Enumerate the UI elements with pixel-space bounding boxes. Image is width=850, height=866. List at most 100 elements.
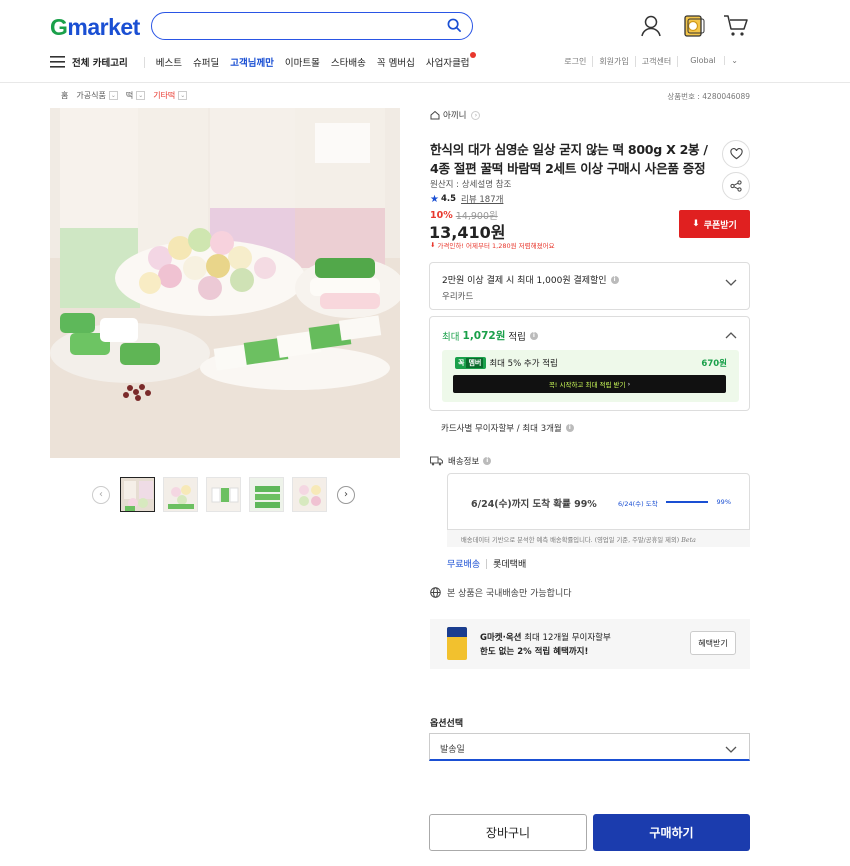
signup-link[interactable]: 회원가입 [592,56,634,67]
breadcrumb-home[interactable]: 홈 [61,90,68,101]
main-nav: 전체 카테고리 베스트 슈퍼딜 고객님께만 이마트몰 스타배송 꼭 멤버십 사업… [50,52,481,70]
chevron-right-icon: › [627,380,631,388]
thumbnail-5[interactable] [292,477,327,512]
club-text: 최대 5% 추가 적립 [489,359,558,369]
info-icon[interactable]: i [483,457,492,465]
chevron-left-icon[interactable]: ‹ [92,485,110,504]
origin-info: 원산지 : 상세설명 참조 [430,180,512,190]
domestic-text: 본 상품은 국내배송만 가능합니다 [447,589,572,599]
promo-brand: G마켓·옥션 [480,633,522,643]
product-main-image[interactable] [50,108,400,458]
product-number: 상품번호 : 4280046089 [667,92,750,101]
buy-now-button[interactable]: 구매하기 [593,814,750,851]
wishlist-button[interactable] [722,140,750,168]
cart-icon[interactable] [723,14,749,41]
review-count-link[interactable]: 리뷰 187개 [461,193,503,205]
nav-star-delivery[interactable]: 스타배송 [331,55,366,69]
promo-line-2: 한도 없는 2% 적립 혜택까지! [480,647,589,657]
breadcrumb-processed-food[interactable]: 가공식품 ⌄ [76,90,118,101]
option-select-value: 발송일 [440,745,465,755]
thumbnail-2[interactable] [163,477,198,512]
club-start-label: 꼭! 시작하고 최대 적립 받기 [548,381,626,389]
option-select[interactable]: 발송일 [429,733,750,761]
login-link[interactable]: 로그인 [558,56,592,67]
info-icon[interactable]: i [529,331,538,340]
nav-emart[interactable]: 이마트몰 [285,55,320,69]
price-drop-text: 가격인하! 어제부터 1,280원 저렴해졌어요 [437,242,555,250]
delivery-estimate-box: 6/24(수)까지 도착 확률 99% 6/24(수) 도착 99% [447,473,750,530]
installment-text: 카드사별 무이자할부 / 최대 3개월 [441,424,562,434]
star-icon: ★ [430,193,439,205]
points-suffix: 적립 [508,331,526,343]
chevron-down-icon[interactable]: ⌄ [178,91,188,100]
white-rice-cakes-image [310,258,380,309]
points-prefix: 최대 [442,331,460,343]
truck-icon [430,456,443,466]
chevron-up-icon[interactable] [725,329,737,342]
card-discount-text: 2만원 이상 결제 시 최대 1,000원 결제할인 [442,276,607,286]
nav-membership[interactable]: 꼭 멤버십 [377,55,415,69]
logo-market: market [67,14,140,40]
chevron-down-icon[interactable]: ⌄ [136,91,146,100]
card-name: 우리카드 [442,292,474,302]
all-category-button[interactable]: 전체 카테고리 [50,55,128,69]
thumbnail-4[interactable] [249,477,284,512]
global-link[interactable]: Global ⌄ [677,56,750,67]
shipping-note-brand: Beta [681,537,696,544]
carrier-label: 롯데택배 [493,560,527,570]
thumbnail-3[interactable] [206,477,241,512]
all-category-label: 전체 카테고리 [72,58,128,69]
chevron-down-icon[interactable]: ⌄ [108,91,118,100]
store-link[interactable]: 아끼니 › [430,109,481,121]
thumbnail-strip: ‹ › [92,477,365,512]
add-to-cart-button[interactable]: 장바구니 [429,814,587,851]
search-icon[interactable] [447,18,462,36]
nav-for-you[interactable]: 고객님께만 [230,55,274,69]
breadcrumb-other-rice-cake[interactable]: 기타떡 ⌄ [153,90,188,101]
nav-best[interactable]: 베스트 [156,55,182,69]
thumbnail-1[interactable] [120,477,155,512]
club-line: 꼭 멤버 최대 5% 추가 적립 [455,357,558,369]
shipping-note-text: 배송데이터 기반으로 분석한 예측 배송확률입니다. (영업일 기준, 주말/공… [461,537,680,544]
club-badge-label: 꼭 [458,359,465,367]
breadcrumb-rice-cake[interactable]: 떡 ⌄ [126,90,146,101]
shipping-note: 배송데이터 기반으로 분석한 예측 배송확률입니다. (영업일 기준, 주말/공… [447,530,750,547]
top-links: 로그인 회원가입 고객센터 Global ⌄ [558,56,750,67]
share-button[interactable] [722,172,750,200]
chevron-down-icon: ⌄ [724,56,744,65]
logo-g: G [50,14,68,40]
breadcrumb-label: 가공식품 [76,91,106,100]
installment-info: 카드사별 무이자할부 / 최대 3개월 i [441,422,574,434]
shipping-title: 배송정보 [448,457,480,467]
user-icon[interactable] [640,14,662,41]
download-icon: ⬇ [692,219,700,229]
nav-business-club[interactable]: 사업자클럽 [425,52,476,69]
domestic-only-notice: 본 상품은 국내배송만 가능합니다 [430,586,572,599]
rating-value: 4.5 [440,194,457,204]
chevron-down-icon[interactable] [725,277,737,290]
arrival-date-small: 6/24(수) 도착 [618,500,658,508]
customer-center-link[interactable]: 고객센터 [634,56,677,67]
probability-bar [666,501,708,503]
info-icon[interactable]: i [610,275,619,284]
home-icon [430,110,440,120]
gmarket-logo[interactable]: Gmarket [50,14,140,41]
get-benefit-button[interactable]: 혜택받기 [690,631,736,655]
store-name: 아끼니 [443,111,467,121]
nav-business-club-label: 사업자클럽 [425,58,470,69]
shipping-header: 배송정보 i [430,455,492,467]
club-badge-label2: 멤버 [466,358,484,368]
header-divider [0,82,850,83]
club-start-button[interactable]: 꼭! 시작하고 최대 적립 받기 › [453,375,726,393]
card-discount-box[interactable]: 2만원 이상 결제 시 최대 1,000원 결제할인 i 우리카드 [429,262,750,310]
chevron-right-icon[interactable]: › [337,485,355,504]
nav-superdeal[interactable]: 슈퍼딜 [193,55,219,69]
coupon-button[interactable]: ⬇ 쿠폰받기 [679,210,750,238]
price-drop-note: ⬇ 가격인하! 어제부터 1,280원 저렴해졌어요 [430,240,555,250]
coupon-icon[interactable] [683,14,705,41]
rating-summary: ★ 4.5 리뷰 187개 [430,193,503,206]
breadcrumb: 홈 가공식품 ⌄ 떡 ⌄ 기타떡 ⌄ [61,90,195,101]
points-title: 최대 1,072원 적립 i [442,328,538,343]
info-icon[interactable]: i [565,424,574,432]
search-input[interactable] [151,12,473,40]
